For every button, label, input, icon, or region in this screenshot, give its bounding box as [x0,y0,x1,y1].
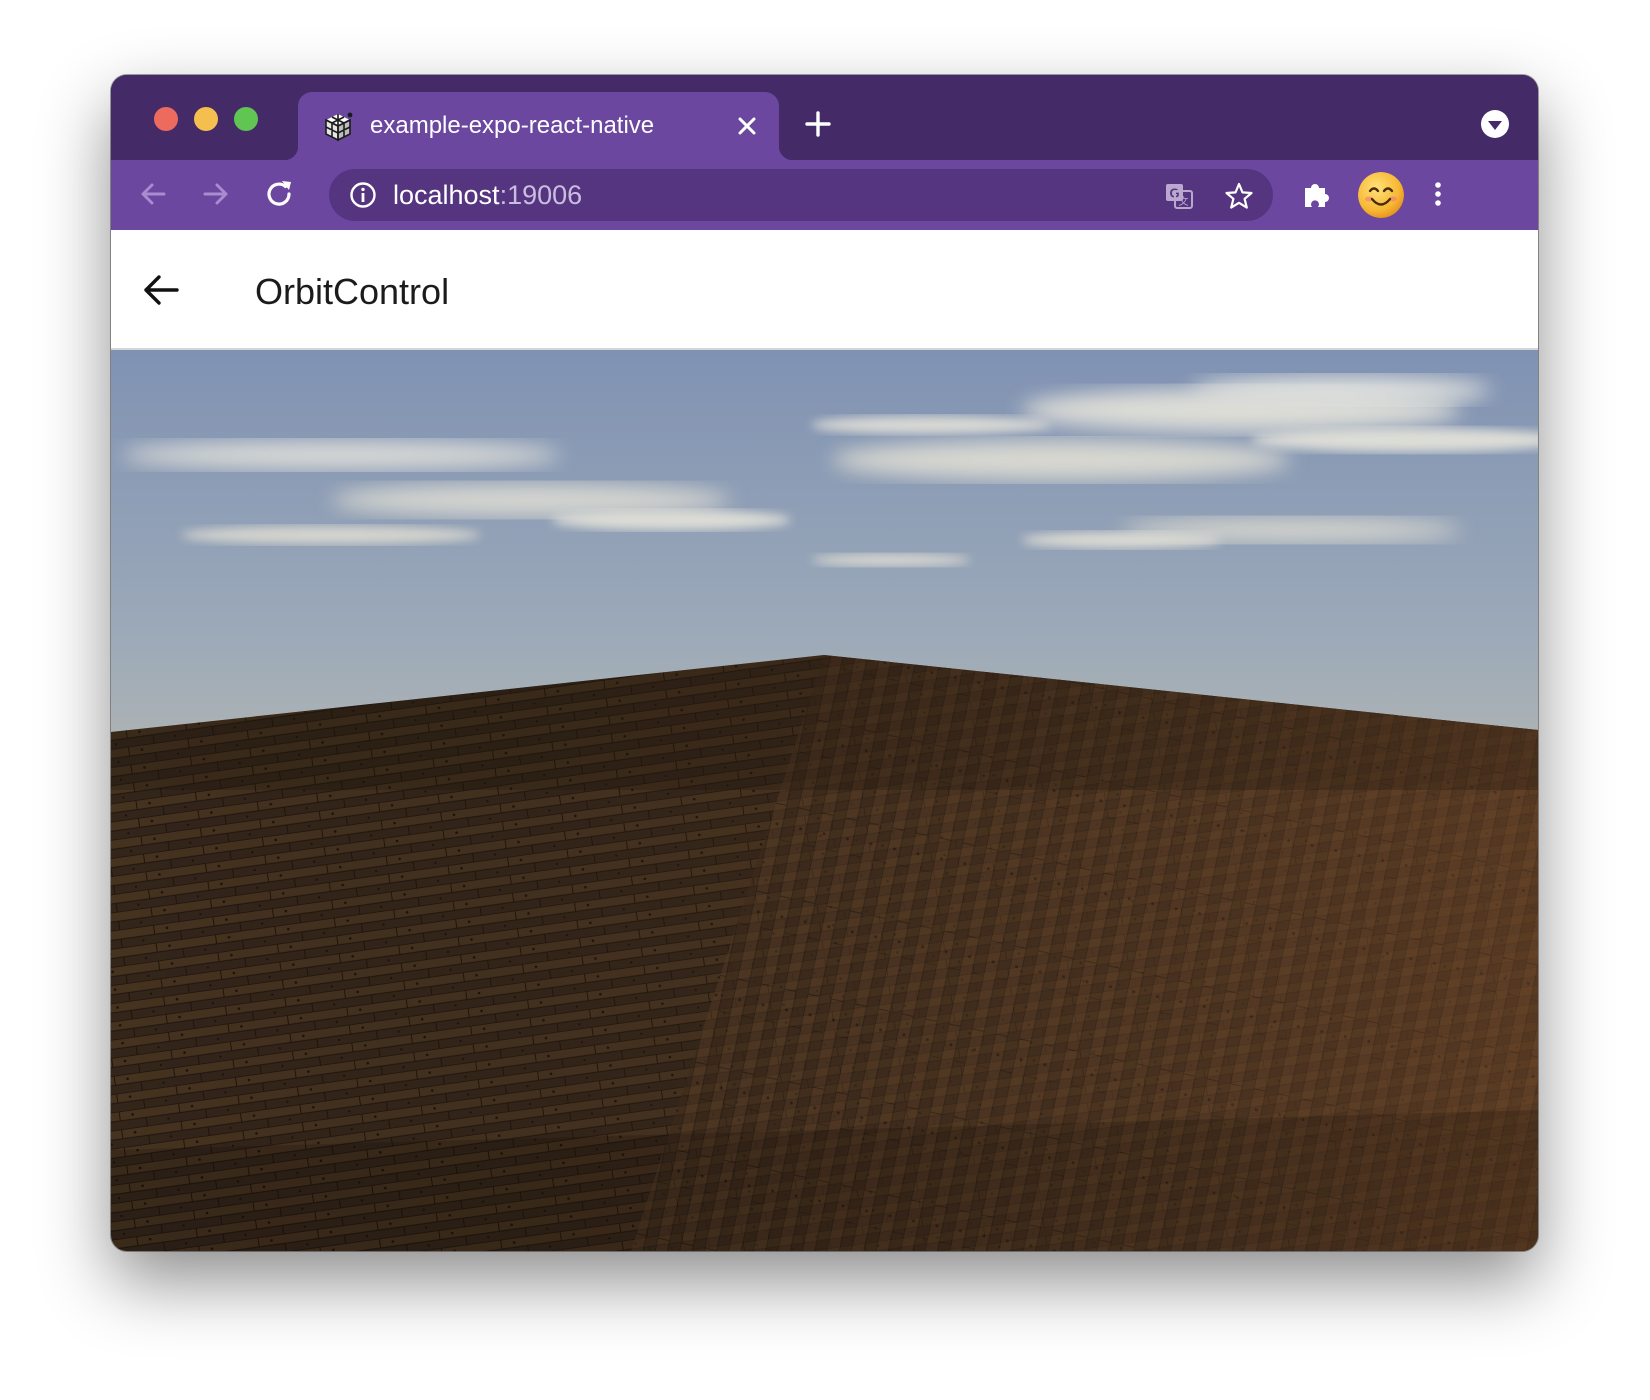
scene-render [111,350,1538,1251]
chevron-down-circle-icon[interactable] [1480,109,1510,139]
window-minimize-button[interactable] [194,107,218,131]
puzzle-icon[interactable] [1299,177,1333,211]
arrow-right-icon[interactable] [199,177,233,211]
translate-icon[interactable]: G 文 [1163,180,1195,212]
3d-scene-canvas[interactable] [111,350,1538,1251]
arrow-left-icon[interactable] [141,270,181,310]
plus-icon[interactable] [803,109,833,139]
url-text: localhost:19006 [393,179,582,211]
arrow-left-icon[interactable] [136,177,170,211]
reload-icon[interactable] [262,177,296,211]
expo-cube-icon [325,112,353,142]
url-port: :19006 [499,180,583,210]
browser-window: example-expo-react-native localhost:1900… [111,75,1538,1251]
info-icon[interactable] [349,181,377,209]
window-close-button[interactable] [154,107,178,131]
close-icon[interactable] [733,112,761,140]
browser-toolbar: localhost:19006 G 文 [111,160,1538,230]
kebab-menu-icon[interactable] [1421,177,1455,211]
smiley-avatar[interactable] [1358,172,1404,218]
tab-title: example-expo-react-native [370,112,655,139]
window-maximize-button[interactable] [234,107,258,131]
app-header: OrbitControl [111,230,1538,350]
star-icon[interactable] [1223,180,1255,212]
browser-tab-active[interactable]: example-expo-react-native [284,92,793,160]
address-bar[interactable]: localhost:19006 G 文 [329,169,1273,221]
page-title: OrbitControl [255,271,450,312]
tab-strip: example-expo-react-native [111,75,1538,160]
svg-text:文: 文 [1179,195,1189,208]
url-host: localhost [393,180,500,210]
